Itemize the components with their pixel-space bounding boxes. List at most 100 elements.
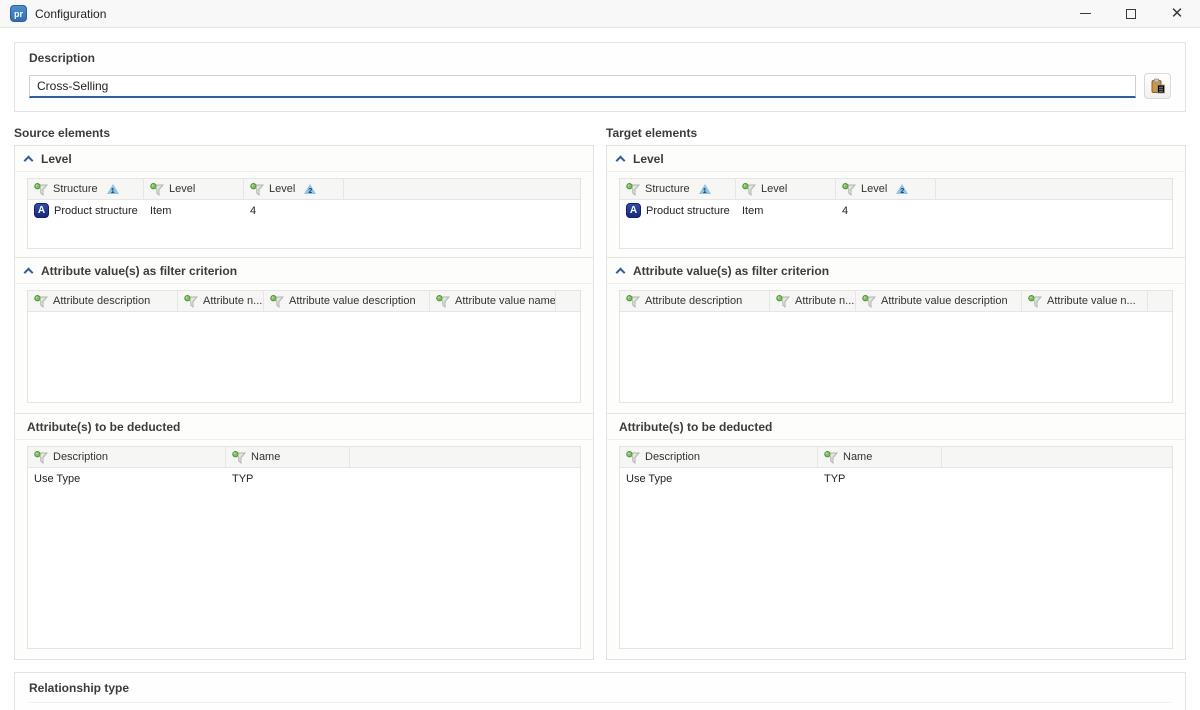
column-header-description[interactable]: Description [28,447,226,467]
column-header-name[interactable]: Name [226,447,350,467]
relationship-panel: Relationship type Similar item [14,672,1186,710]
table-header-row: Description Name [620,447,1172,468]
structure-type-icon: A [34,203,49,218]
elements-columns: Source elements Level Structure [14,124,1186,660]
level-number-cell: 4 [836,200,936,221]
chevron-up-icon [24,268,34,278]
close-button[interactable]: ✕ [1154,0,1200,27]
column-header-attribute-value-description[interactable]: Attribute value description [856,291,1022,311]
filter-icon [842,183,856,196]
column-header-attribute-description[interactable]: Attribute description [620,291,770,311]
column-header-attribute-value-name[interactable]: Attribute value name [430,291,556,311]
column-header-attribute-value-name[interactable]: Attribute value n... [1022,291,1148,311]
column-header-name[interactable]: Name [818,447,942,467]
column-header-structure[interactable]: Structure 1 [28,179,144,199]
chevron-up-icon [24,156,34,166]
source-level-title: Level [41,152,72,166]
source-filter-title: Attribute value(s) as filter criterion [41,264,237,278]
target-deducted-table: Description Name Use Type TYP [619,446,1173,649]
clipboard-icon [1150,78,1166,94]
source-deducted-section: Attribute(s) to be deducted Description [15,413,593,659]
level-cell: Item [736,200,836,221]
target-filter-header[interactable]: Attribute value(s) as filter criterion [607,258,1185,284]
table-row[interactable]: Use Type TYP [28,468,580,489]
sort-asc-icon: 2 [304,184,316,194]
filter-icon [824,451,838,464]
dialog-content: Description Source elements [0,42,1200,710]
source-column: Source elements Level Structure [14,124,594,660]
column-header-structure[interactable]: Structure 1 [620,179,736,199]
source-level-table: Structure 1 Level Level [27,178,581,249]
target-level-section: Level Structure 1 [607,146,1185,257]
chevron-up-icon [616,156,626,166]
column-header-level-number[interactable]: Level 2 [244,179,344,199]
column-label: Name [843,451,872,463]
source-panel: Level Structure 1 [14,145,594,660]
target-filter-table: Attribute description Attribute n... Att… [619,290,1173,403]
source-filter-table: Attribute description Attribute n... Att… [27,290,581,403]
empty-cell [936,200,1172,221]
filter-icon [862,295,876,308]
source-heading: Source elements [14,124,594,145]
description-panel: Description [14,42,1186,112]
column-header-filler [936,179,1172,199]
column-header-level[interactable]: Level [144,179,244,199]
column-label: Attribute value description [881,295,1008,307]
column-header-filler [344,179,580,199]
column-header-attribute-name[interactable]: Attribute n... [770,291,856,311]
column-header-level[interactable]: Level [736,179,836,199]
filter-icon [34,451,48,464]
empty-cell [942,468,1172,489]
column-header-attribute-description[interactable]: Attribute description [28,291,178,311]
source-deducted-title: Attribute(s) to be deducted [27,420,180,434]
window-title: Configuration [35,7,106,21]
title-bar: pr Configuration ✕ [0,0,1200,28]
table-row[interactable]: A Product structure Item 4 [620,200,1172,221]
target-deducted-header: Attribute(s) to be deducted [607,414,1185,440]
column-label: Attribute description [53,295,150,307]
source-filter-header[interactable]: Attribute value(s) as filter criterion [15,258,593,284]
column-header-level-number[interactable]: Level 2 [836,179,936,199]
empty-cell [350,468,580,489]
close-icon: ✕ [1171,6,1184,21]
column-label: Attribute description [645,295,742,307]
sort-asc-icon: 2 [896,184,908,194]
column-header-attribute-name[interactable]: Attribute n... [178,291,264,311]
filter-icon [626,451,640,464]
target-filter-section: Attribute value(s) as filter criterion A… [607,257,1185,413]
paste-button[interactable] [1144,73,1171,99]
target-filter-title: Attribute value(s) as filter criterion [633,264,829,278]
filter-icon [150,183,164,196]
column-header-attribute-value-description[interactable]: Attribute value description [264,291,430,311]
target-level-header[interactable]: Level [607,146,1185,172]
column-header-description[interactable]: Description [620,447,818,467]
source-deducted-header: Attribute(s) to be deducted [15,414,593,440]
filter-icon [742,183,756,196]
table-header-row: Attribute description Attribute n... Att… [620,291,1172,312]
description-label: Description [29,49,1171,73]
source-level-header[interactable]: Level [15,146,593,172]
name-cell: TYP [818,468,942,489]
column-label: Level [269,183,295,195]
level-number-cell: 4 [244,200,344,221]
filter-icon [270,295,284,308]
maximize-button[interactable] [1108,0,1154,27]
window-controls: ✕ [1062,0,1200,27]
minimize-button[interactable] [1062,0,1108,27]
table-row[interactable]: A Product structure Item 4 [28,200,580,221]
column-header-filler [942,447,1172,467]
level-cell: Item [144,200,244,221]
description-cell: Use Type [28,468,226,489]
target-panel: Level Structure 1 [606,145,1186,660]
filter-icon [34,295,48,308]
filter-icon [184,295,198,308]
column-label: Level [169,183,195,195]
structure-type-icon: A [626,203,641,218]
description-input[interactable] [29,75,1136,98]
table-row[interactable]: Use Type TYP [620,468,1172,489]
column-header-filler [556,291,580,311]
maximize-icon [1126,9,1136,19]
column-label: Description [53,451,108,463]
filter-icon [232,451,246,464]
chevron-up-icon [616,268,626,278]
